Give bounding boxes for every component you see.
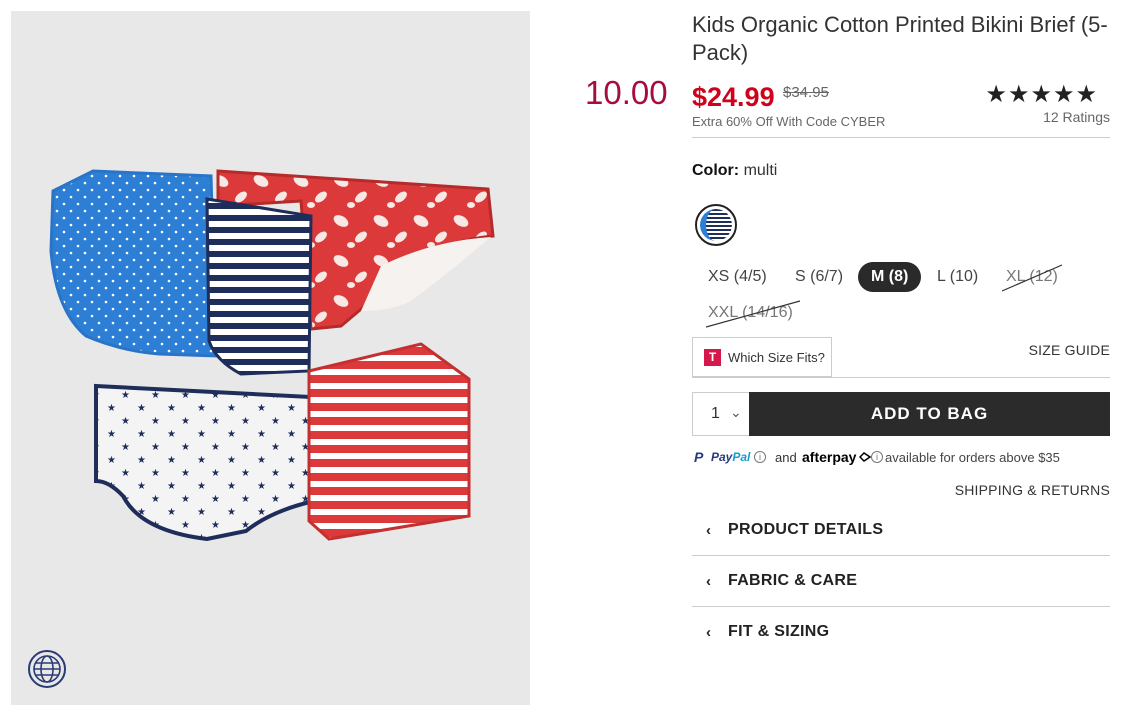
sale-price: $24.99: [692, 82, 775, 112]
size-option-xxl[interactable]: XXL (14/16): [706, 298, 801, 328]
paypal-wordmark: PayPal: [711, 450, 751, 464]
afterpay-info-icon[interactable]: i: [871, 451, 883, 463]
ratings-count[interactable]: 12 Ratings: [1043, 109, 1110, 125]
product-image[interactable]: ★ ★: [11, 11, 530, 705]
chevron-left-icon: ‹: [706, 573, 711, 590]
afterpay-arrows-icon: [859, 452, 871, 462]
which-size-fits-button[interactable]: T Which Size Fits?: [692, 337, 832, 377]
globe-icon[interactable]: [27, 649, 67, 689]
swatch-icon: [700, 209, 732, 241]
color-value: multi: [743, 162, 778, 179]
and-text: and: [775, 450, 797, 465]
size-option-m[interactable]: M (8): [858, 262, 922, 292]
truefit-logo-icon: T: [704, 349, 721, 366]
accordion-label: FIT & SIZING: [728, 623, 830, 640]
color-swatch[interactable]: [695, 204, 737, 246]
size-option-xs[interactable]: XS (4/5): [708, 262, 767, 292]
accordion-label: FABRIC & CARE: [728, 572, 858, 589]
accordion-fit-sizing[interactable]: ‹ FIT & SIZING: [692, 607, 1110, 657]
shipping-returns-link[interactable]: SHIPPING & RETURNS: [955, 482, 1110, 498]
color-label: Color:: [692, 162, 740, 179]
accordion-product-details[interactable]: ‹ PRODUCT DETAILS: [692, 505, 1110, 555]
quantity-value: 1: [711, 405, 720, 422]
payment-options-row: P PayPal i and afterpay i available for …: [692, 448, 1110, 466]
divider: [692, 377, 1110, 378]
accordion-fabric-care[interactable]: ‹ FABRIC & CARE: [692, 556, 1110, 606]
color-label-row: Color: multi: [692, 162, 777, 180]
accordion-label: PRODUCT DETAILS: [728, 521, 884, 538]
original-price: $34.95: [783, 84, 829, 101]
product-title: Kids Organic Cotton Printed Bikini Brief…: [692, 12, 1108, 65]
size-option-xl[interactable]: XL (12): [1002, 262, 1063, 292]
promo-code-text: Extra 60% Off With Code CYBER: [692, 114, 886, 129]
chevron-down-icon: ⌄: [730, 404, 742, 420]
afterpay-logo: afterpay: [802, 449, 857, 465]
promo-price: 10.00: [585, 74, 668, 111]
which-size-fits-label: Which Size Fits?: [728, 350, 825, 365]
size-guide-link[interactable]: SIZE GUIDE: [1029, 342, 1110, 358]
paypal-logo-icon: P: [694, 449, 704, 465]
size-label-xxl: XXL (14/16): [708, 304, 793, 321]
price-section: $24.99 $34.95 Extra 60% Off With Code CY…: [692, 80, 1110, 138]
chevron-left-icon: ‹: [706, 624, 711, 641]
add-to-bag-button[interactable]: ADD TO BAG: [749, 392, 1110, 436]
payment-availability-text: available for orders above $35: [885, 450, 1060, 465]
size-option-l[interactable]: L (10): [937, 262, 978, 292]
quantity-select[interactable]: 1 ⌄: [692, 392, 749, 436]
size-option-s[interactable]: S (6/7): [795, 262, 843, 292]
paypal-info-icon[interactable]: i: [754, 451, 766, 463]
size-label-xl: XL (12): [1006, 268, 1058, 285]
star-rating[interactable]: ★★★★★: [985, 80, 1098, 109]
chevron-left-icon: ‹: [706, 522, 711, 539]
underwear-pack-illustration: ★ ★: [49, 169, 495, 542]
